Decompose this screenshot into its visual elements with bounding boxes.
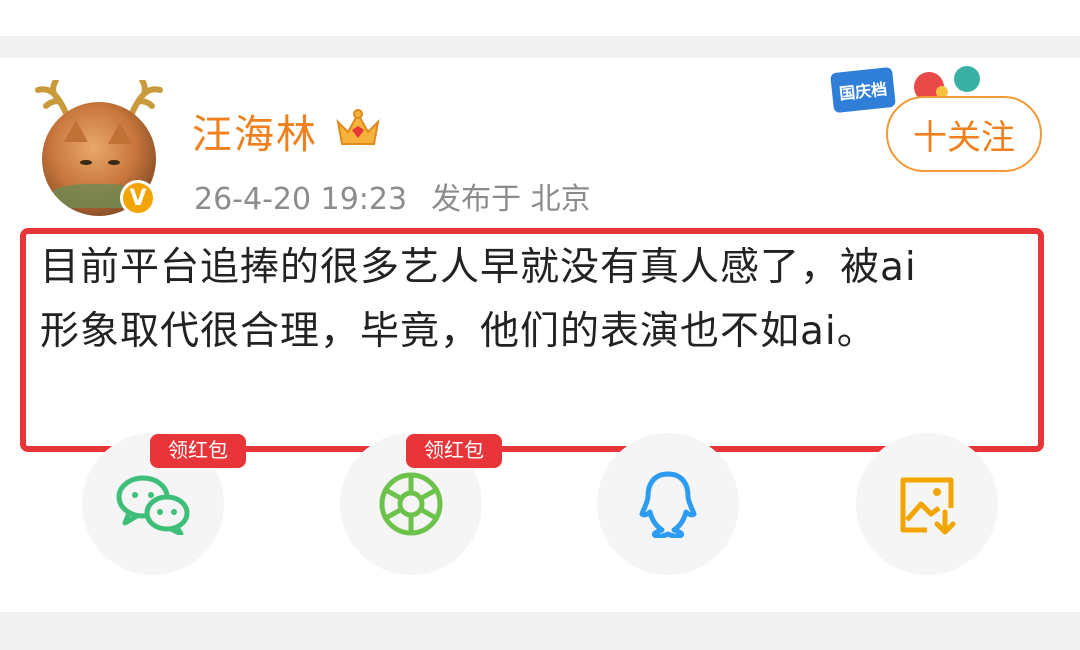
feed-divider [0, 612, 1080, 650]
follow-button[interactable]: 十关注 [886, 96, 1042, 172]
status-area [0, 0, 1080, 36]
verified-badge: V [120, 180, 156, 216]
moments-icon [379, 472, 443, 536]
share-qq-button[interactable] [597, 433, 739, 575]
qq-icon [639, 471, 697, 538]
save-image-icon [900, 477, 956, 535]
save-image-button[interactable] [856, 433, 998, 575]
event-tag: 国庆档 [830, 66, 896, 114]
red-packet-badge: 领红包 [406, 434, 502, 468]
feed-divider [0, 36, 1080, 58]
highlight-box [20, 228, 1044, 452]
post-location: 发布于 北京 [431, 182, 591, 217]
avatar-container[interactable]: V [34, 80, 164, 220]
red-packet-badge: 领红包 [150, 434, 246, 468]
username[interactable]: 汪海林 [192, 102, 318, 160]
post-meta: 26-4-20 19:23 发布于 北京 [194, 174, 591, 218]
wechat-icon [116, 475, 190, 535]
post-timestamp: 26-4-20 19:23 [194, 182, 408, 217]
crown-icon [336, 109, 380, 145]
